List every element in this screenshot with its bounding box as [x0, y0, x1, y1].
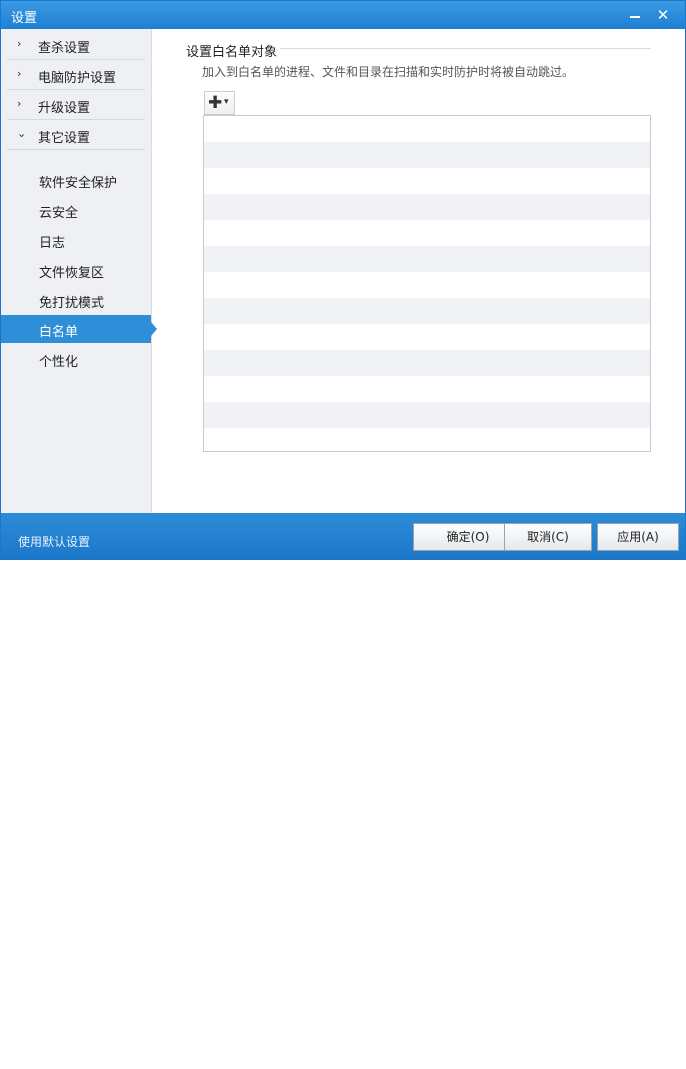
sidebar-group-label: 升级设置: [38, 101, 91, 116]
selection-pointer-icon: [151, 322, 157, 336]
whitelist-list[interactable]: [203, 115, 651, 452]
sidebar-group-label: 电脑防护设置: [38, 71, 117, 86]
chevron-right-icon: ›: [17, 37, 22, 50]
sidebar-item-software-protection[interactable]: 软件安全保护: [1, 166, 151, 194]
list-row[interactable]: [204, 298, 650, 324]
section-title: 设置白名单对象: [186, 45, 278, 60]
sidebar-item-file-recovery[interactable]: 文件恢复区: [1, 256, 151, 284]
cancel-button[interactable]: 取消(C): [504, 523, 592, 551]
sidebar-item-label: 文件恢复区: [39, 266, 105, 281]
sidebar-item-cloud-security[interactable]: 云安全: [1, 196, 151, 224]
sidebar-item-whitelist[interactable]: 白名单: [1, 315, 157, 343]
sidebar-item-label: 个性化: [39, 355, 79, 370]
close-button[interactable]: ✕: [653, 5, 673, 25]
sidebar-item-do-not-disturb[interactable]: 免打扰模式: [1, 286, 151, 314]
section-description: 加入到白名单的进程、文件和目录在扫描和实时防护时将被自动跳过。: [202, 65, 575, 79]
watermark-text: 瑞星卡卡: [579, 1034, 655, 1054]
sidebar-item-label: 白名单: [39, 325, 79, 340]
sidebar-group-label: 查杀设置: [38, 41, 91, 56]
sidebar-item-label: 云安全: [39, 206, 79, 221]
sidebar-group-update-settings[interactable]: › 升级设置: [7, 90, 145, 120]
list-row[interactable]: [204, 350, 650, 376]
chevron-right-icon: ›: [17, 67, 22, 80]
settings-window: 设置 ✕ › 查杀设置 › 电脑防护设置 › 升级设置 ⌄ 其它设置 软件安全保…: [0, 0, 686, 1063]
minimize-icon: [630, 16, 640, 18]
watermark-logo: 瑞星卡卡 www.ikaka.com: [569, 1029, 685, 1069]
settings-sidebar: › 查杀设置 › 电脑防护设置 › 升级设置 ⌄ 其它设置 软件安全保护 云安全…: [1, 29, 157, 513]
list-row[interactable]: [204, 376, 650, 402]
list-row[interactable]: [204, 168, 650, 194]
close-icon: ✕: [656, 6, 670, 24]
window-title: 设置: [11, 11, 38, 26]
list-row[interactable]: [204, 142, 650, 168]
list-row[interactable]: [204, 116, 650, 142]
chevron-down-icon: ▾: [224, 97, 229, 107]
plus-icon: ✚: [208, 93, 223, 113]
list-row[interactable]: [204, 402, 650, 428]
list-row[interactable]: [204, 194, 650, 220]
sidebar-item-label: 日志: [39, 236, 66, 251]
section-divider: [280, 48, 651, 49]
sidebar-group-label: 其它设置: [38, 131, 91, 146]
use-default-settings-link[interactable]: 使用默认设置: [18, 533, 90, 550]
sidebar-item-log[interactable]: 日志: [1, 226, 151, 254]
chevron-right-icon: ›: [17, 97, 22, 110]
add-whitelist-button[interactable]: ✚ ▾: [204, 91, 235, 115]
list-row[interactable]: [204, 220, 650, 246]
watermark-url: www.ikaka.com: [587, 1052, 665, 1063]
sidebar-item-label: 免打扰模式: [39, 296, 105, 311]
sidebar-item-personalization[interactable]: 个性化: [1, 345, 151, 373]
list-row[interactable]: [204, 246, 650, 272]
title-bar[interactable]: 设置 ✕: [1, 1, 685, 29]
sidebar-group-protection-settings[interactable]: › 电脑防护设置: [7, 60, 145, 90]
apply-button[interactable]: 应用(A): [597, 523, 679, 551]
list-row[interactable]: [204, 272, 650, 298]
chevron-down-icon: ⌄: [17, 127, 27, 140]
list-row[interactable]: [204, 324, 650, 350]
list-row[interactable]: [204, 428, 650, 451]
footer-bar: 使用默认设置 确定(O) 取消(C) 应用(A) 瑞星卡卡 www.ikaka.…: [1, 513, 685, 1063]
minimize-button[interactable]: [625, 5, 645, 25]
sidebar-item-label: 软件安全保护: [39, 176, 118, 191]
sidebar-group-scan-settings[interactable]: › 查杀设置: [7, 30, 145, 60]
sidebar-group-other-settings[interactable]: ⌄ 其它设置: [7, 120, 145, 150]
